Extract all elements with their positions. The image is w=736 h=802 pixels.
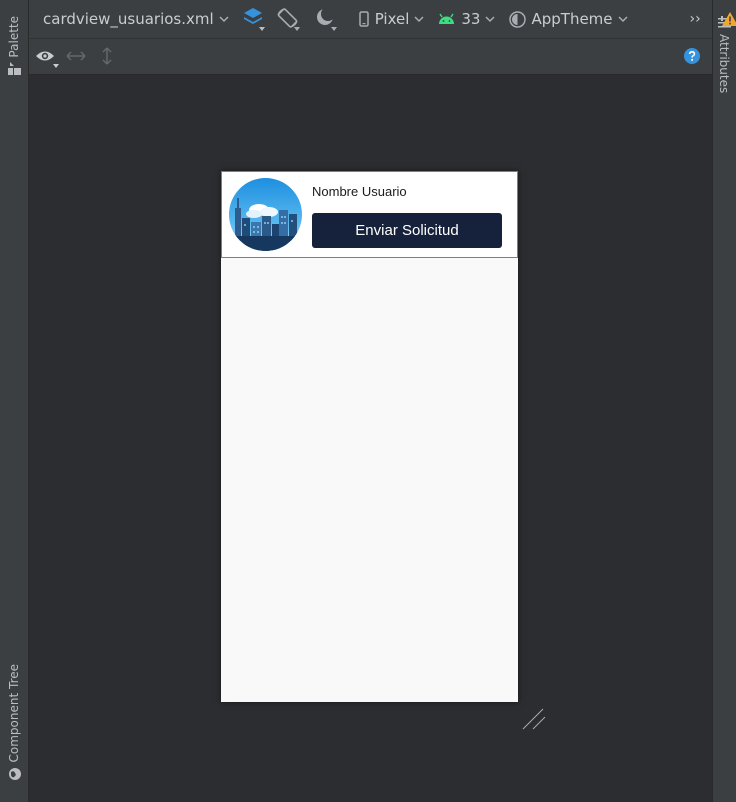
night-mode-button[interactable] bbox=[315, 0, 339, 38]
resize-vertical-icon[interactable] bbox=[102, 47, 112, 65]
theme-selector[interactable]: AppTheme bbox=[509, 0, 628, 38]
night-mode-icon bbox=[316, 7, 337, 31]
device-selector[interactable]: Pixel bbox=[358, 0, 425, 38]
toolbar-overflow-button[interactable]: ›› bbox=[690, 0, 701, 38]
file-name: cardview_usuarios.xml bbox=[43, 10, 214, 28]
android-icon bbox=[439, 13, 455, 24]
rotate-device-icon bbox=[277, 8, 300, 31]
phone-icon bbox=[358, 11, 369, 27]
help-icon[interactable] bbox=[684, 48, 700, 64]
warning-icon bbox=[721, 12, 736, 26]
theme-icon bbox=[509, 10, 527, 28]
file-selector[interactable]: cardview_usuarios.xml bbox=[43, 0, 229, 38]
api-level-selector[interactable]: 33 bbox=[438, 0, 496, 38]
device-preview[interactable]: Nombre Usuario Enviar Solicitud bbox=[221, 171, 518, 702]
device-name: Pixel bbox=[374, 10, 410, 28]
right-tool-rail: Attributes bbox=[712, 0, 736, 802]
view-options-toolbar bbox=[29, 39, 712, 75]
user-card[interactable]: Nombre Usuario Enviar Solicitud bbox=[221, 171, 518, 258]
globe-icon bbox=[9, 768, 21, 780]
chevron-down-icon bbox=[414, 15, 424, 22]
eye-icon bbox=[36, 51, 59, 68]
resize-horizontal-icon[interactable] bbox=[66, 51, 86, 61]
user-avatar[interactable] bbox=[229, 178, 302, 251]
api-level: 33 bbox=[461, 10, 481, 28]
orientation-button[interactable] bbox=[275, 0, 301, 38]
attributes-tab-label: Attributes bbox=[717, 34, 731, 94]
component-tree-tab[interactable]: Component Tree bbox=[0, 660, 28, 785]
left-tool-rail: Palette Component Tree bbox=[0, 0, 29, 802]
palette-tab-label: Palette bbox=[7, 16, 21, 58]
chevron-down-icon bbox=[618, 15, 628, 22]
editor-toolbar: cardview_usuarios.xml Pixel 33 AppTheme … bbox=[29, 0, 736, 39]
overflow-chevrons: ›› bbox=[689, 11, 701, 27]
send-request-button[interactable]: Enviar Solicitud bbox=[312, 213, 502, 248]
theme-name: AppTheme bbox=[531, 10, 613, 28]
device-resize-handle[interactable] bbox=[521, 707, 547, 731]
chevron-down-icon bbox=[485, 15, 496, 22]
chevron-down-icon bbox=[219, 15, 229, 22]
layers-button[interactable] bbox=[243, 0, 267, 38]
user-name: Nombre Usuario bbox=[312, 184, 407, 199]
layers-icon bbox=[243, 8, 265, 31]
component-tree-tab-label: Component Tree bbox=[7, 664, 21, 763]
view-options-button[interactable] bbox=[35, 47, 61, 69]
palette-tab[interactable]: Palette bbox=[0, 10, 28, 80]
warning-button[interactable] bbox=[721, 0, 736, 38]
palette-icon bbox=[8, 62, 21, 75]
